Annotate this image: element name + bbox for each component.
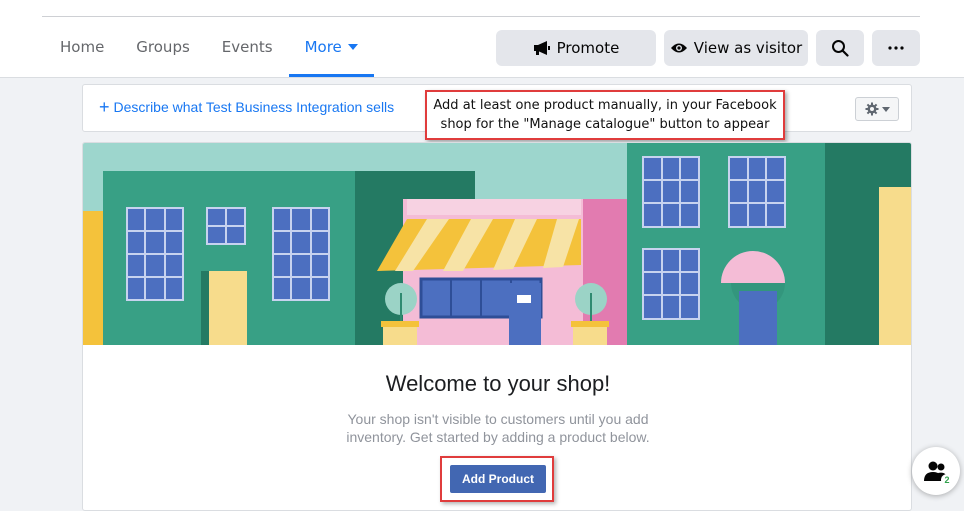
page-actions: Promote View as visitor: [496, 30, 920, 66]
tab-groups-label: Groups: [136, 38, 190, 56]
page-tabs: Home Groups Events More: [44, 17, 374, 77]
shop-banner-illustration: [83, 143, 911, 345]
search-button[interactable]: [816, 30, 864, 66]
view-as-visitor-button[interactable]: View as visitor: [664, 30, 808, 66]
tab-more[interactable]: More: [288, 17, 374, 77]
caret-down-icon: [881, 106, 890, 112]
tab-home[interactable]: Home: [44, 17, 120, 77]
callout-line-2: shop for the "Manage catalogue" button t…: [440, 117, 770, 132]
tab-events[interactable]: Events: [206, 17, 289, 77]
page-top-bar: Home Groups Events More Promote View as …: [0, 0, 964, 78]
search-icon: [832, 40, 849, 57]
shop-card: Welcome to your shop! Your shop isn't vi…: [82, 142, 912, 511]
callout-line-1: Add at least one product manually, in yo…: [433, 98, 777, 113]
chat-contacts-button[interactable]: 2: [912, 447, 960, 495]
gear-icon: [865, 102, 878, 116]
megaphone-icon: [533, 41, 550, 55]
describe-products-link[interactable]: + Describe what Test Business Integratio…: [99, 97, 395, 117]
more-dots-icon: [888, 46, 904, 50]
add-product-button[interactable]: Add Product: [450, 465, 546, 493]
more-options-button[interactable]: [872, 30, 920, 66]
shop-welcome-title: Welcome to your shop!: [385, 371, 611, 396]
view-as-visitor-label: View as visitor: [693, 39, 803, 57]
tab-groups[interactable]: Groups: [120, 17, 205, 77]
annotation-callout: Add at least one product manually, in yo…: [425, 90, 785, 140]
promote-button[interactable]: Promote: [496, 30, 656, 66]
shop-welcome-subtext: Your shop isn't visible to customers unt…: [346, 411, 650, 445]
tab-more-label: More: [304, 38, 342, 56]
chat-count-badge: 2: [941, 474, 953, 486]
eye-icon: [670, 43, 687, 53]
promote-label: Promote: [556, 39, 620, 57]
tab-home-label: Home: [60, 38, 105, 56]
shop-settings-button[interactable]: [855, 97, 899, 121]
plus-icon: +: [99, 97, 110, 117]
describe-products-label: Describe what Test Business Integration …: [113, 99, 395, 115]
tab-events-label: Events: [221, 38, 273, 56]
caret-down-icon: [347, 44, 358, 50]
